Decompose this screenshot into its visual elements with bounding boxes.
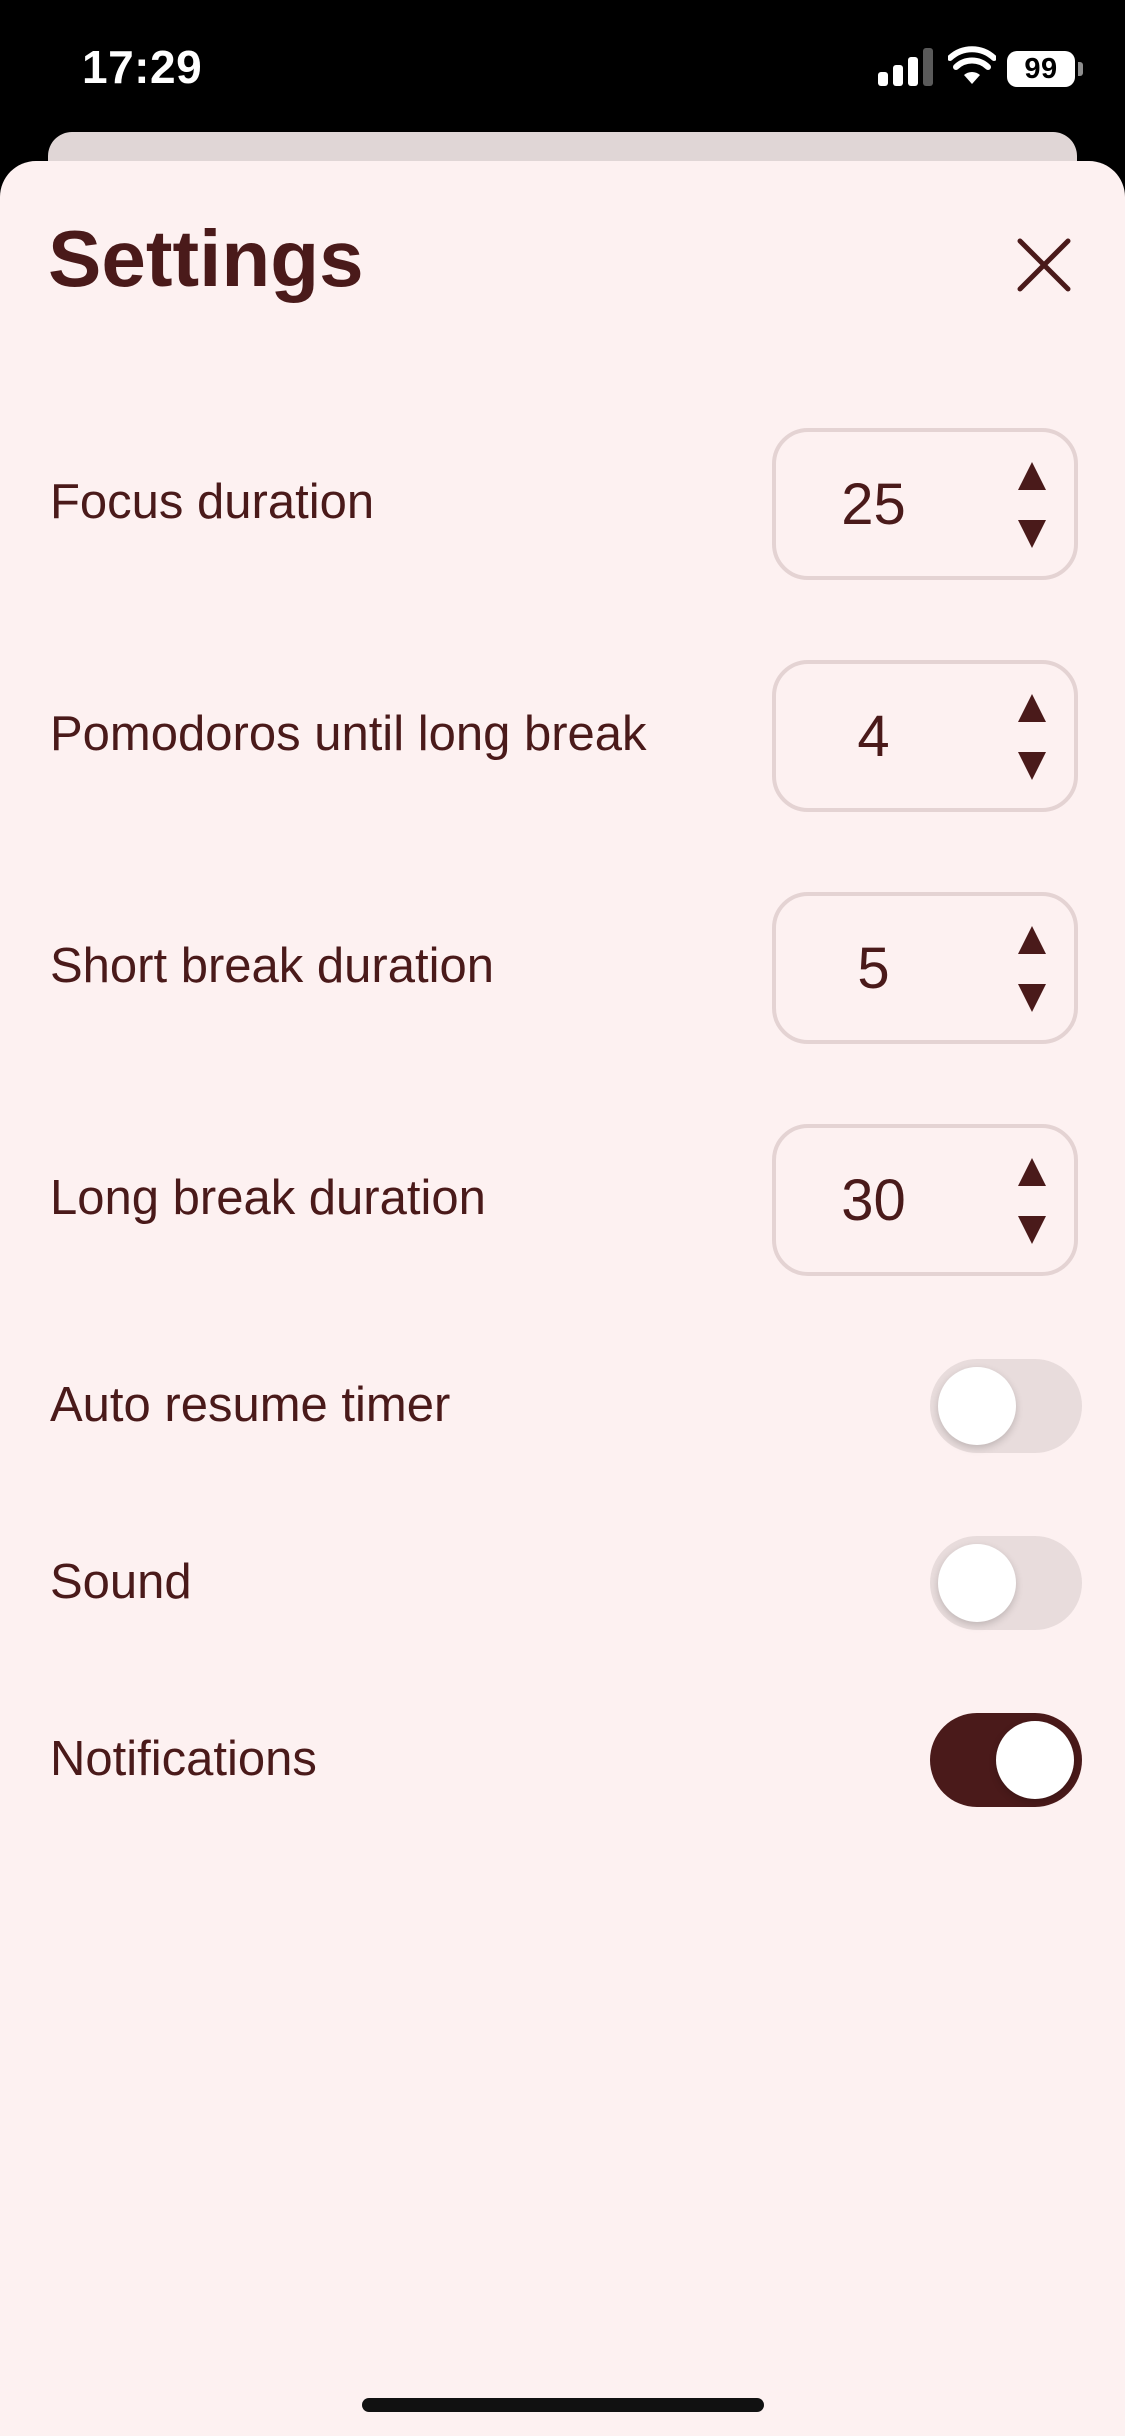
short-break-stepper[interactable]: 5 — [772, 892, 1078, 1044]
close-icon — [1017, 238, 1071, 292]
long-break-value[interactable]: 30 — [776, 1128, 971, 1272]
setting-row-long-break: Long break duration 30 — [0, 1124, 1125, 1276]
pomodoros-label: Pomodoros until long break — [50, 707, 647, 761]
increment-button[interactable] — [1014, 458, 1050, 494]
wifi-icon — [948, 46, 996, 84]
decrement-button[interactable] — [1014, 1212, 1050, 1248]
close-button[interactable] — [1008, 229, 1080, 301]
auto-resume-toggle[interactable] — [930, 1359, 1082, 1453]
battery-level: 99 — [1024, 52, 1058, 85]
long-break-label: Long break duration — [50, 1171, 486, 1225]
setting-row-auto-resume: Auto resume timer — [0, 1359, 1125, 1453]
status-bar: 17:29 99 — [0, 0, 1125, 140]
triangle-up-icon — [1018, 1158, 1046, 1186]
setting-row-focus-duration: Focus duration 25 — [0, 428, 1125, 580]
decrement-button[interactable] — [1014, 516, 1050, 552]
notifications-toggle[interactable] — [930, 1713, 1082, 1807]
triangle-down-icon — [1018, 984, 1046, 1012]
focus-duration-value[interactable]: 25 — [776, 432, 971, 576]
triangle-up-icon — [1018, 694, 1046, 722]
decrement-button[interactable] — [1014, 748, 1050, 784]
triangle-down-icon — [1018, 752, 1046, 780]
increment-button[interactable] — [1014, 1154, 1050, 1190]
increment-button[interactable] — [1014, 922, 1050, 958]
notifications-label: Notifications — [50, 1732, 317, 1786]
triangle-down-icon — [1018, 1216, 1046, 1244]
focus-duration-stepper[interactable]: 25 — [772, 428, 1078, 580]
triangle-up-icon — [1018, 926, 1046, 954]
pomodoros-value[interactable]: 4 — [776, 664, 971, 808]
setting-row-notifications: Notifications — [0, 1713, 1125, 1807]
sound-toggle[interactable] — [930, 1536, 1082, 1630]
screen: 17:29 99 Settings Focus duration 25 Pomo… — [0, 0, 1125, 2436]
toggle-knob — [996, 1721, 1074, 1799]
auto-resume-label: Auto resume timer — [50, 1378, 451, 1432]
setting-row-pomodoros: Pomodoros until long break 4 — [0, 660, 1125, 812]
settings-sheet: Settings Focus duration 25 Pomodoros unt… — [0, 161, 1125, 2436]
short-break-label: Short break duration — [50, 939, 494, 993]
long-break-stepper[interactable]: 30 — [772, 1124, 1078, 1276]
short-break-value[interactable]: 5 — [776, 896, 971, 1040]
battery-icon: 99 — [1007, 51, 1075, 87]
cellular-signal-icon — [878, 48, 934, 86]
toggle-knob — [938, 1544, 1016, 1622]
focus-duration-label: Focus duration — [50, 475, 375, 529]
increment-button[interactable] — [1014, 690, 1050, 726]
status-time: 17:29 — [82, 41, 203, 93]
setting-row-short-break: Short break duration 5 — [0, 892, 1125, 1044]
triangle-down-icon — [1018, 520, 1046, 548]
sound-label: Sound — [50, 1555, 192, 1609]
decrement-button[interactable] — [1014, 980, 1050, 1016]
home-indicator[interactable] — [362, 2398, 764, 2412]
battery-tip — [1078, 62, 1083, 76]
triangle-up-icon — [1018, 462, 1046, 490]
pomodoros-stepper[interactable]: 4 — [772, 660, 1078, 812]
page-title: Settings — [48, 214, 364, 303]
toggle-knob — [938, 1367, 1016, 1445]
setting-row-sound: Sound — [0, 1536, 1125, 1630]
